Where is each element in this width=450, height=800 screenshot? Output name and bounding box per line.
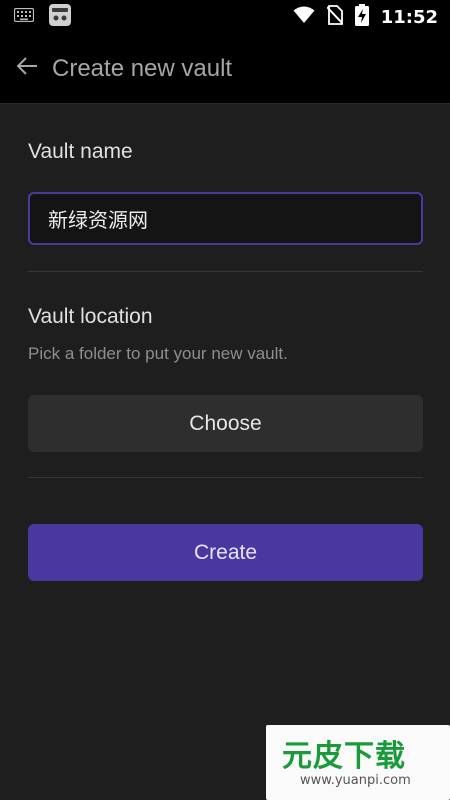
status-time: 11:52 xyxy=(380,6,438,28)
watermark-text: 元皮下载 xyxy=(282,739,406,774)
back-button[interactable] xyxy=(2,34,52,104)
create-vault-form: Vault name Vault location Pick a folder … xyxy=(0,104,450,800)
page-title: Create new vault xyxy=(52,54,233,82)
arrow-left-icon xyxy=(16,57,38,80)
vault-location-description: Pick a folder to put your new vault. xyxy=(28,344,288,363)
status-bar: 11:52 xyxy=(0,0,450,34)
choose-folder-button[interactable]: Choose xyxy=(28,395,423,452)
divider xyxy=(28,271,423,272)
divider xyxy=(28,477,423,478)
keyboard-icon xyxy=(13,7,35,27)
vault-name-label: Vault name xyxy=(28,140,133,163)
app-notification-icon xyxy=(48,3,72,32)
wifi-icon xyxy=(293,6,315,29)
vault-name-input[interactable] xyxy=(28,192,423,245)
watermark-url: www.yuanpi.com xyxy=(300,773,411,788)
battery-charging-icon xyxy=(354,3,369,31)
vault-location-label: Vault location xyxy=(28,305,153,328)
create-vault-button[interactable]: Create xyxy=(28,524,423,581)
watermark-logo: 元皮下载 www.yuanpi.com xyxy=(266,725,450,800)
no-sim-icon xyxy=(325,4,344,30)
app-header: Create new vault xyxy=(0,34,450,104)
